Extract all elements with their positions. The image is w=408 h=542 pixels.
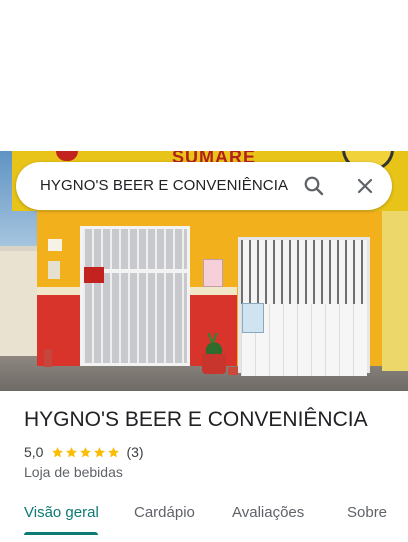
star-icon: [52, 446, 64, 457]
photo-plant: [204, 333, 224, 355]
photo-poster: [84, 267, 104, 283]
rating-value: 5,0: [24, 444, 44, 460]
search-bar[interactable]: HYGNO'S BEER E CONVENIÊNCIA: [16, 162, 392, 210]
rating-row[interactable]: 5,0 (3): [24, 443, 144, 461]
place-title: HYGNO'S BEER E CONVENIÊNCIA: [24, 408, 368, 431]
star-icon: [80, 446, 92, 457]
tab-bar: Visão geral Cardápio Avaliações Sobre: [0, 500, 408, 542]
photo-wall-box: [48, 261, 60, 279]
photo-poster: [242, 303, 264, 333]
star-rating: [51, 446, 120, 459]
tab-menu[interactable]: Cardápio: [134, 504, 195, 521]
photo-bottle: [44, 349, 52, 367]
tab-overview[interactable]: Visão geral: [24, 504, 99, 521]
star-icon: [108, 446, 120, 457]
tab-reviews[interactable]: Avaliações: [232, 504, 304, 521]
place-category: Loja de bebidas: [24, 464, 123, 480]
star-icon: [94, 446, 106, 457]
tab-about[interactable]: Sobre: [347, 504, 387, 521]
photo-wall-box: [48, 239, 62, 251]
photo-pillar: [382, 211, 408, 371]
photo-neighbor-building: [0, 251, 40, 361]
review-count[interactable]: (3): [126, 444, 143, 460]
sign-badge: [56, 151, 78, 161]
search-input[interactable]: HYGNO'S BEER E CONVENIÊNCIA: [40, 177, 288, 194]
search-icon[interactable]: [302, 174, 326, 198]
photo-gate-left: [80, 226, 190, 366]
star-icon: [66, 446, 78, 457]
photo-plant-pot: [202, 354, 226, 374]
photo-small-pot: [228, 367, 238, 375]
active-tab-indicator: [24, 532, 98, 535]
close-icon[interactable]: [353, 174, 377, 198]
photo-poster: [203, 259, 223, 287]
